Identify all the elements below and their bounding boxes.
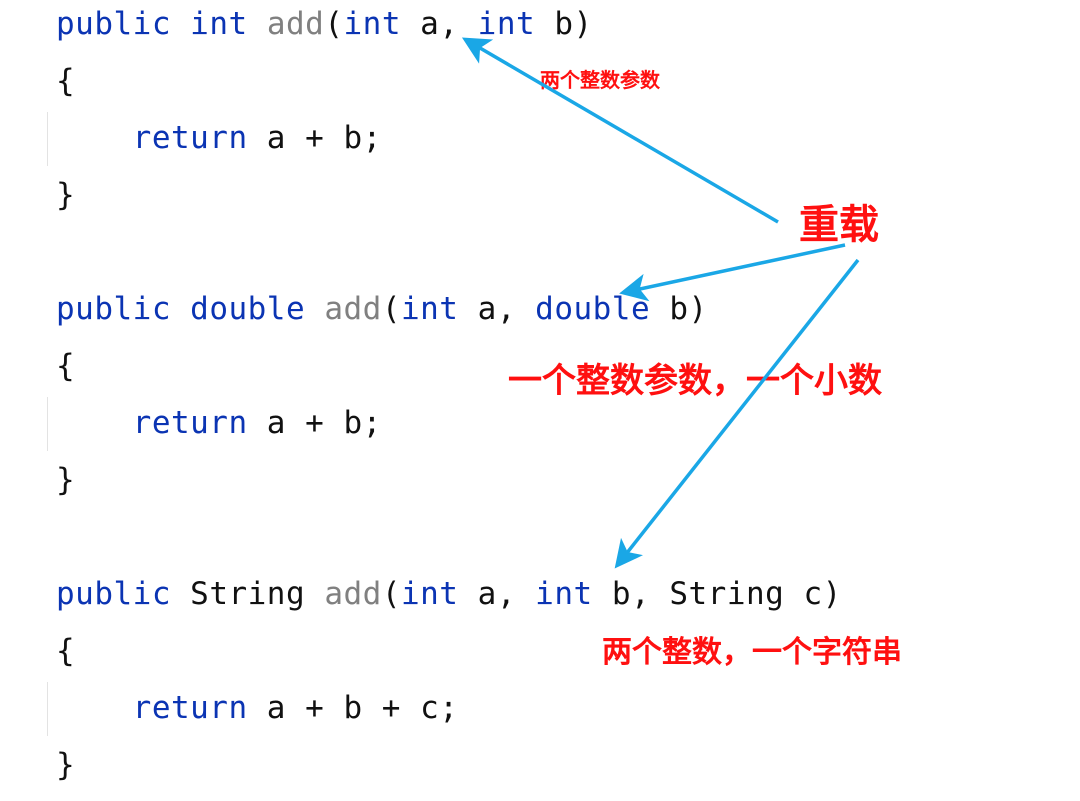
- param-name: c: [803, 576, 823, 612]
- return-type: int: [190, 6, 248, 42]
- method-2-open-brace: {: [56, 348, 76, 384]
- param-type: int: [400, 291, 459, 327]
- method-name: add: [324, 576, 382, 612]
- method-2-signature: public double add(int a, double b): [56, 291, 708, 327]
- method-1-close-brace: }: [56, 177, 76, 213]
- return-expression: a + b + c;: [247, 690, 459, 726]
- return-type: String: [190, 576, 306, 612]
- modifier-keyword: public: [56, 6, 171, 42]
- arrow-to-method-2-param: [619, 243, 846, 302]
- param-name: a: [477, 576, 497, 612]
- modifier-keyword: public: [56, 291, 171, 327]
- param-type: int: [400, 576, 459, 612]
- param-type: int: [343, 6, 401, 42]
- method-name: add: [324, 291, 382, 327]
- return-expression: a + b;: [247, 405, 382, 441]
- method-1-signature: public int add(int a, int b): [56, 6, 593, 42]
- overload-label: 重载: [799, 202, 879, 248]
- param-type: int: [477, 6, 536, 42]
- return-keyword: return: [132, 690, 248, 726]
- method-name: add: [266, 6, 325, 42]
- param-type: String: [669, 576, 785, 612]
- method-1-body: return a + b;: [56, 118, 382, 158]
- method-3-body: return a + b + c;: [56, 688, 458, 728]
- annotation-two-int-params: 两个整数参数: [540, 68, 660, 92]
- indent-guide: [47, 112, 48, 166]
- param-type: int: [535, 576, 593, 612]
- method-1-open-brace: {: [56, 63, 76, 99]
- param-name: a: [420, 6, 440, 42]
- method-3-close-brace: }: [56, 747, 76, 783]
- method-3-open-brace: {: [56, 633, 76, 669]
- modifier-keyword: public: [56, 576, 171, 612]
- param-name: b: [554, 6, 574, 42]
- method-3-signature: public String add(int a, int b, String c…: [56, 576, 842, 612]
- return-keyword: return: [132, 405, 248, 441]
- indent-guide: [47, 397, 48, 451]
- method-2-body: return a + b;: [56, 403, 382, 443]
- return-keyword: return: [132, 120, 248, 156]
- param-type: double: [535, 291, 651, 327]
- annotation-two-ints-one-string: 两个整数，一个字符串: [602, 635, 902, 670]
- method-2-close-brace: }: [56, 462, 76, 498]
- param-name: a: [477, 291, 497, 327]
- indent-guide: [47, 682, 48, 736]
- return-expression: a + b;: [247, 120, 382, 156]
- annotation-int-and-double: 一个整数参数，一个小数: [508, 361, 882, 401]
- return-type: double: [190, 291, 306, 327]
- param-name: b: [669, 291, 689, 327]
- param-name: b: [611, 576, 631, 612]
